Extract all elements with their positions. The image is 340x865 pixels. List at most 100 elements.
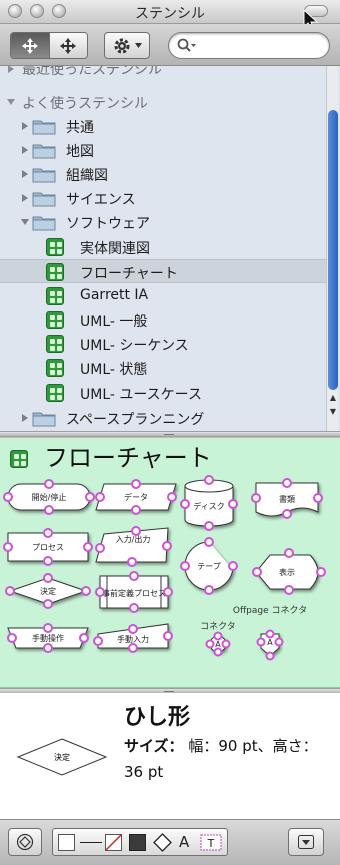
search-input[interactable] xyxy=(199,36,323,56)
tree-folder-science[interactable]: サイエンス xyxy=(0,186,326,210)
folder-icon xyxy=(32,144,56,159)
tree-header-recent[interactable]: 最近使ったステンシル xyxy=(0,66,326,80)
folder-icon xyxy=(32,120,56,135)
tree-stencil-er-diagram[interactable]: 実体関連図 xyxy=(0,235,326,259)
disclosure-collapsed-icon[interactable] xyxy=(20,413,30,423)
no-fill-icon[interactable] xyxy=(105,834,122,851)
disclosure-collapsed-icon[interactable] xyxy=(20,169,30,179)
scroll-up-arrow-icon[interactable]: ▲ xyxy=(328,392,338,404)
tree-folder-software[interactable]: ソフトウェア xyxy=(0,210,326,234)
shape-caption: Offpage コネクタ xyxy=(233,605,307,616)
scrollbar-thumb[interactable] xyxy=(328,110,338,390)
tree-header-label: 最近使ったステンシル xyxy=(22,66,162,78)
svg-text:T: T xyxy=(207,837,215,850)
shape-label: プロセス xyxy=(32,543,64,552)
tree-stencil-uml-general[interactable]: UML- 一般 xyxy=(0,308,326,332)
tree-stencil-flowchart[interactable]: フローチャート xyxy=(0,259,326,283)
fill-swatch-icon[interactable] xyxy=(58,834,75,851)
tree-item-label: UML- 一般 xyxy=(80,314,148,330)
shape-process[interactable]: プロセス xyxy=(3,528,93,566)
shape-document[interactable]: 書類 xyxy=(251,478,323,519)
shape-caption: コネクタ xyxy=(200,621,236,632)
stencil-icon xyxy=(46,263,64,281)
shape-size: サイズ： 幅：90 pt、高さ：36 pt xyxy=(124,733,330,785)
preview-label: 決定 xyxy=(54,752,70,762)
tree-stencil-garrett-ia[interactable]: Garrett IA xyxy=(0,284,326,308)
shape-decision[interactable]: 決定 xyxy=(5,573,91,609)
shape-label: 事前定義プロセス xyxy=(102,588,166,598)
tree-item-label: フローチャート xyxy=(80,266,178,282)
shape-style-icon xyxy=(16,833,34,851)
stencil-icon xyxy=(46,384,64,402)
tree-scrollbar[interactable]: ▲ ▼ xyxy=(326,66,338,431)
disclosure-collapsed-icon[interactable] xyxy=(20,121,30,131)
stencil-library-tree: 最近使ったステンシル よく使うステンシル 共通 地図 組織図 サイエンス ソフト… xyxy=(0,66,340,431)
tree-item-label: UML- シーケンス xyxy=(80,338,189,354)
tree-stencil-uml-usecase[interactable]: UML- ユースケース xyxy=(0,381,326,405)
scroll-down-arrow-icon[interactable]: ▼ xyxy=(328,406,338,418)
tree-item-label: 組織図 xyxy=(66,168,108,184)
shape-manual-input[interactable]: 手動入力 xyxy=(93,623,173,653)
shape-style-button[interactable] xyxy=(8,828,42,856)
tree-folder-maps[interactable]: 地図 xyxy=(0,138,326,162)
size-label: サイズ： xyxy=(124,737,184,755)
shape-disk[interactable]: ディスク xyxy=(180,475,238,531)
shape-label: 開始/停止 xyxy=(32,492,67,502)
disclosure-collapsed-icon[interactable] xyxy=(20,193,30,203)
tree-header-label: よく使うステンシル xyxy=(22,96,148,112)
grid-view-icon xyxy=(60,37,77,54)
shape-offpage-connector[interactable]: Offpage コネクタ A xyxy=(233,605,307,661)
shape-connector[interactable]: コネクタ A xyxy=(200,621,236,657)
tree-item-label: 地図 xyxy=(66,144,94,160)
shape-label: 表示 xyxy=(279,567,295,577)
shape-label: テープ xyxy=(197,562,221,571)
shape-display[interactable]: 表示 xyxy=(252,548,326,595)
splitter-grip[interactable] xyxy=(164,434,174,435)
shape-label: 手動操作 xyxy=(32,633,64,643)
folder-icon xyxy=(32,216,56,231)
shape-label: 決定 xyxy=(40,586,56,596)
splitter-grip[interactable] xyxy=(164,691,174,692)
shape-label: A xyxy=(267,638,273,647)
stencil-shapes: .cp{fill:#fff;stroke:#d050d8;stroke-widt… xyxy=(3,475,326,661)
text-box-icon[interactable]: T xyxy=(199,833,223,852)
shape-manual-operation[interactable]: 手動操作 xyxy=(7,623,89,653)
tree-folder-space-planning[interactable]: スペースプランニング xyxy=(0,406,326,430)
shape-data[interactable]: データ xyxy=(95,479,177,515)
disclosure-expanded-icon[interactable] xyxy=(20,217,30,227)
shape-start-end[interactable]: 開始/停止 xyxy=(3,479,95,515)
tree-header-favorites[interactable]: よく使うステンシル xyxy=(0,90,326,114)
tree-stencil-uml-state[interactable]: UML- 状態 xyxy=(0,356,326,380)
window-title: ステンシル xyxy=(135,6,205,22)
shape-tape[interactable]: テープ xyxy=(180,537,238,595)
stencil-icon xyxy=(46,311,64,329)
disclosure-collapsed-icon[interactable] xyxy=(6,66,16,74)
move-tool-button[interactable] xyxy=(11,33,49,58)
menu-down-icon xyxy=(298,835,314,849)
style-swatch-strip: A T xyxy=(52,828,228,856)
text-style-icon[interactable]: A xyxy=(179,833,189,851)
diamond-shape-icon[interactable] xyxy=(153,833,172,852)
shape-predefined-process[interactable]: 事前定義プロセス xyxy=(95,571,173,613)
more-options-button[interactable] xyxy=(288,828,324,856)
tree-item-label: 共通 xyxy=(66,120,94,136)
disclosure-expanded-icon[interactable] xyxy=(6,97,16,107)
tree-stencil-uml-sequence[interactable]: UML- シーケンス xyxy=(0,332,326,356)
grid-view-button[interactable] xyxy=(48,33,87,58)
tree-item-label: スペースプランニング xyxy=(66,412,205,428)
tree-folder-common[interactable]: 共通 xyxy=(0,114,326,138)
tree-canvas-splitter[interactable] xyxy=(0,431,340,437)
tree-item-label: UML- 状態 xyxy=(80,362,148,378)
shadow-swatch-icon[interactable] xyxy=(129,834,146,851)
shape-label: 書類 xyxy=(279,494,295,504)
stencil-canvas: フローチャート .cp{fill:#fff;stroke:#d050d8;str… xyxy=(0,438,340,688)
action-menu-button[interactable] xyxy=(104,32,150,59)
disclosure-collapsed-icon[interactable] xyxy=(20,145,30,155)
line-swatch-icon[interactable] xyxy=(80,842,102,843)
shape-input-output[interactable]: 入力/出力 xyxy=(95,526,172,567)
search-field[interactable] xyxy=(168,32,330,59)
shape-label: 入力/出力 xyxy=(116,534,151,544)
stencil-icon xyxy=(46,359,64,377)
view-mode-segmented-control xyxy=(10,32,88,59)
tree-folder-org-chart[interactable]: 組織図 xyxy=(0,162,326,186)
